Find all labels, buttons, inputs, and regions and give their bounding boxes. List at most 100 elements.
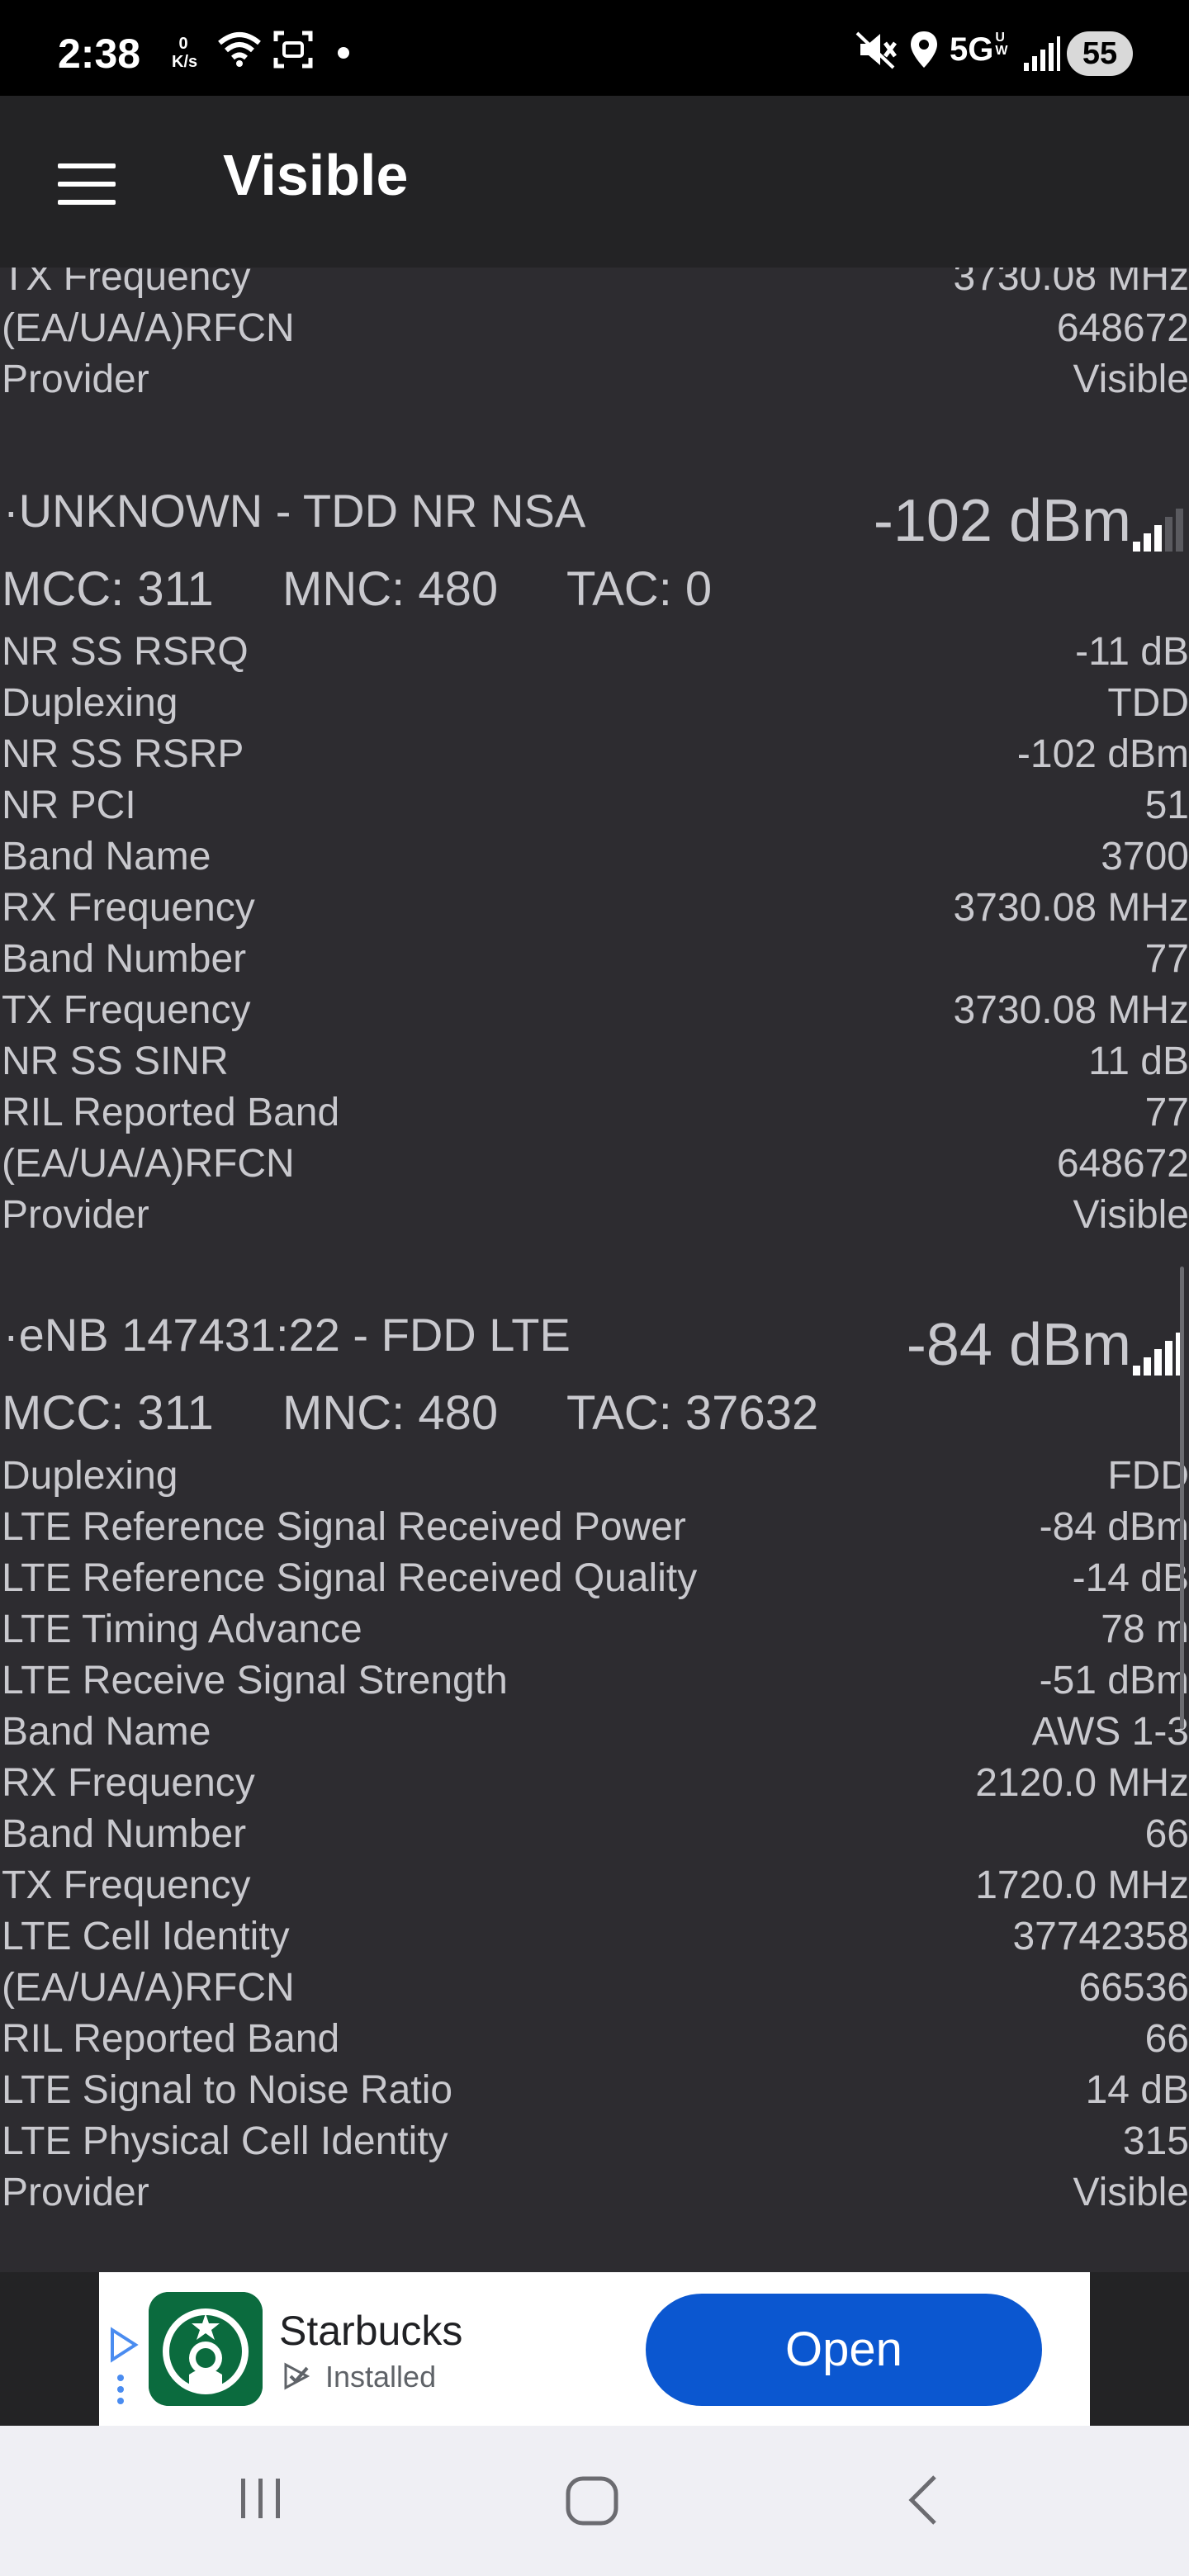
- info-row: RIL Reported Band 66: [0, 2013, 1189, 2064]
- notification-dot-icon: [338, 47, 349, 59]
- row-label: Provider: [2, 358, 149, 401]
- ad-choices-icon[interactable]: [107, 2327, 140, 2406]
- row-label: TX Frequency: [2, 268, 251, 299]
- row-label: NR SS SINR: [2, 1039, 229, 1083]
- info-row: Band Name AWS 1-3: [0, 1706, 1189, 1757]
- signal-bars-icon: [1133, 509, 1183, 552]
- row-label: LTE Cell Identity: [2, 1915, 290, 1958]
- info-row: LTE Reference Signal Received Power -84 d…: [0, 1501, 1189, 1552]
- info-row: Duplexing TDD: [0, 677, 1189, 728]
- info-row: RX Frequency 3730.08 MHz: [0, 882, 1189, 933]
- system-nav-bar: [0, 2426, 1189, 2576]
- row-label: LTE Reference Signal Received Power: [2, 1505, 686, 1549]
- info-row: (EA/UA/A)RFCN 648672: [0, 1138, 1189, 1189]
- row-value: 14 dB: [1085, 2068, 1189, 2112]
- row-label: Band Number: [2, 937, 247, 981]
- cell-signal-dbm: -102 dBm: [873, 488, 1131, 554]
- row-value: Visible: [1073, 2171, 1189, 2214]
- row-value: -102 dBm: [1016, 732, 1189, 776]
- starbucks-logo-icon[interactable]: [149, 2292, 263, 2406]
- row-label: RIL Reported Band: [2, 2017, 340, 2061]
- info-row: Duplexing FDD: [0, 1450, 1189, 1501]
- row-value: -84 dBm: [1039, 1505, 1189, 1549]
- cell-name: ·eNB 147431:22 - FDD LTE: [3, 1309, 571, 1361]
- row-label: (EA/UA/A)RFCN: [2, 1142, 295, 1186]
- cell-block-nr: ·UNKNOWN - TDD NR NSA -102 dBm MCC: 311 …: [0, 469, 1189, 1240]
- row-label: Duplexing: [2, 681, 178, 725]
- row-label: RIL Reported Band: [2, 1091, 340, 1134]
- info-row: Band Number 66: [0, 1808, 1189, 1859]
- row-value: 2120.0 MHz: [975, 1761, 1189, 1805]
- row-value: 37742358: [1012, 1915, 1189, 1958]
- row-label: Band Number: [2, 1812, 247, 1856]
- row-value: 3730.08 MHz: [953, 988, 1189, 1032]
- info-row: LTE Cell Identity 37742358: [0, 1911, 1189, 1962]
- info-row: RIL Reported Band 77: [0, 1087, 1189, 1138]
- info-row: LTE Signal to Noise Ratio 14 dB: [0, 2064, 1189, 2115]
- home-icon[interactable]: [563, 2474, 621, 2528]
- row-label: Duplexing: [2, 1454, 178, 1498]
- info-row: TX Frequency 3730.08 MHz: [0, 268, 1189, 302]
- network-type: 5G UW: [950, 31, 1007, 69]
- info-row: LTE Physical Cell Identity 315: [0, 2115, 1189, 2166]
- info-row: Provider Visible: [0, 2166, 1189, 2218]
- row-value: 11 dB: [1088, 1039, 1189, 1083]
- row-label: LTE Signal to Noise Ratio: [2, 2068, 453, 2112]
- cell-mnc: MNC: 480: [282, 1386, 499, 1440]
- network-speed-unit: K/s: [172, 53, 198, 71]
- info-row: NR SS SINR 11 dB: [0, 1035, 1189, 1087]
- row-value: 77: [1144, 1091, 1189, 1134]
- cell-signal-dbm: -84 dBm: [906, 1312, 1131, 1378]
- cell-mnc: MNC: 480: [282, 562, 499, 616]
- location-icon: [911, 31, 937, 68]
- row-value: 66: [1144, 2017, 1189, 2061]
- back-icon[interactable]: [903, 2474, 945, 2526]
- mute-icon: [855, 31, 897, 69]
- row-label: Band Name: [2, 835, 211, 878]
- row-value: 1720.0 MHz: [975, 1863, 1189, 1907]
- app-title: Visible: [223, 143, 409, 207]
- row-label: NR PCI: [2, 784, 136, 827]
- info-row: Provider Visible: [0, 353, 1189, 405]
- row-label: Band Name: [2, 1710, 211, 1754]
- row-value: 78 m: [1101, 1608, 1189, 1651]
- info-row: LTE Reference Signal Received Quality -14…: [0, 1552, 1189, 1603]
- ad-open-button[interactable]: Open: [646, 2294, 1042, 2406]
- cell-identifiers: MCC: 311 MNC: 480 TAC: 0: [0, 552, 1189, 626]
- row-label: LTE Reference Signal Received Quality: [2, 1556, 698, 1600]
- row-value: Visible: [1073, 1193, 1189, 1237]
- row-label: (EA/UA/A)RFCN: [2, 1966, 295, 2010]
- ad-app-name[interactable]: Starbucks: [279, 2307, 462, 2355]
- scrollbar[interactable]: [1180, 1267, 1184, 1729]
- info-row: RX Frequency 2120.0 MHz: [0, 1757, 1189, 1808]
- row-value: 66536: [1078, 1966, 1189, 2010]
- cell-info-list[interactable]: TX Frequency 3730.08 MHz (EA/UA/A)RFCN 648…: [0, 268, 1189, 2272]
- cell-name: ·UNKNOWN - TDD NR NSA: [3, 485, 586, 537]
- network-speed-value: 0: [178, 35, 188, 53]
- info-row: NR SS RSRP -102 dBm: [0, 728, 1189, 779]
- info-row: (EA/UA/A)RFCN 66536: [0, 1962, 1189, 2013]
- app-bar: Visible: [0, 96, 1189, 268]
- ad-banner[interactable]: Starbucks Installed Open: [99, 2272, 1090, 2426]
- cell-mcc: MCC: 311: [2, 562, 214, 616]
- ad-area: Starbucks Installed Open: [0, 2272, 1189, 2426]
- info-row: LTE Timing Advance 78 m: [0, 1603, 1189, 1655]
- row-label: RX Frequency: [2, 1761, 255, 1805]
- row-label: Provider: [2, 1193, 149, 1237]
- info-row: LTE Receive Signal Strength -51 dBm: [0, 1655, 1189, 1706]
- row-value: 3700: [1101, 835, 1189, 878]
- recent-apps-icon[interactable]: [236, 2474, 286, 2523]
- row-label: (EA/UA/A)RFCN: [2, 306, 295, 350]
- row-value: -51 dBm: [1039, 1659, 1189, 1702]
- row-value: 3730.08 MHz: [953, 268, 1189, 299]
- row-label: LTE Timing Advance: [2, 1608, 362, 1651]
- hamburger-menu-icon[interactable]: [51, 159, 122, 211]
- cell-identifiers: MCC: 311 MNC: 480 TAC: 37632: [0, 1376, 1189, 1450]
- info-row: Provider Visible: [0, 1189, 1189, 1240]
- row-value: 315: [1122, 2119, 1189, 2163]
- row-value: FDD: [1107, 1454, 1189, 1498]
- info-row: NR PCI 51: [0, 779, 1189, 831]
- signal-strength-icon: [1024, 36, 1060, 71]
- cell-tac: TAC: 0: [566, 562, 713, 616]
- row-label: NR SS RSRP: [2, 732, 244, 776]
